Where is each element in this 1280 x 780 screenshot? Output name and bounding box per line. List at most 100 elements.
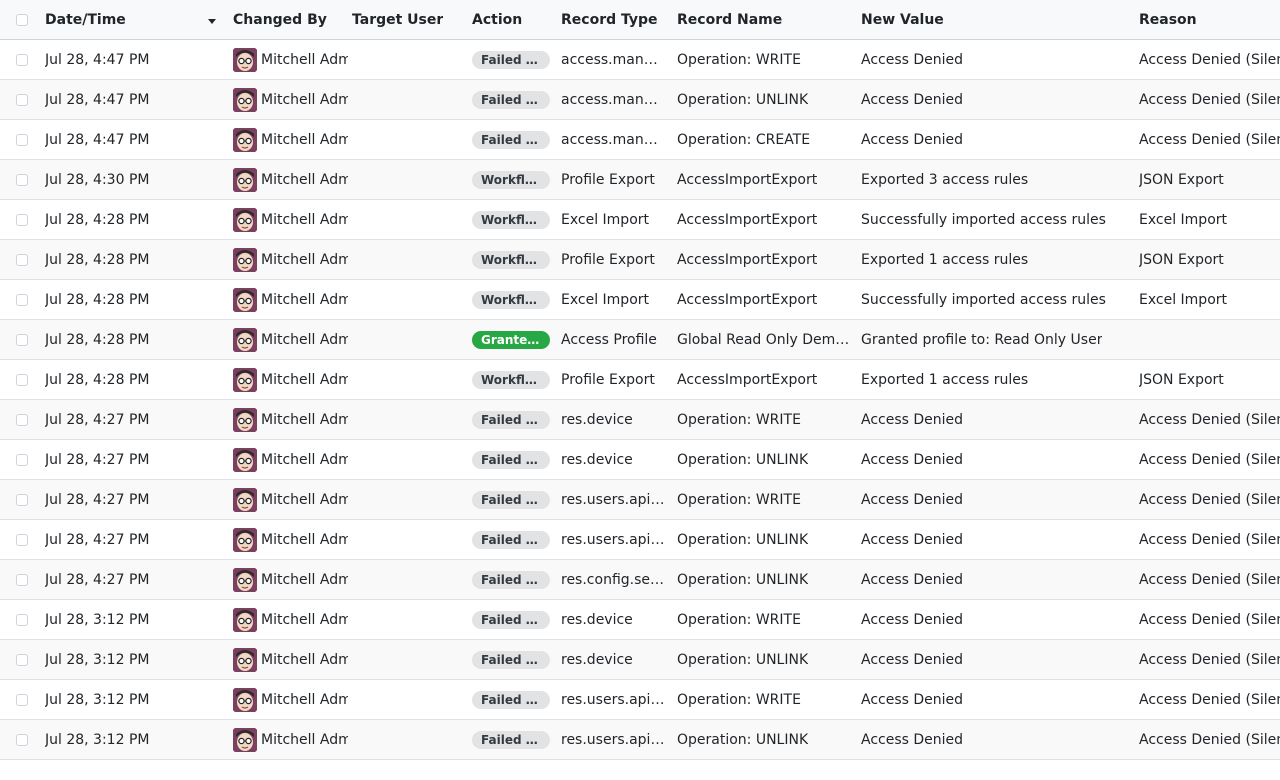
row-checkbox[interactable] [16, 693, 28, 706]
row-select-cell[interactable] [16, 200, 30, 239]
row-select-cell[interactable] [16, 320, 30, 359]
row-select-cell[interactable] [16, 440, 30, 479]
row-checkbox[interactable] [16, 733, 28, 746]
row-checkbox[interactable] [16, 93, 28, 106]
reason-value: Access Denied (Silent) [1139, 451, 1280, 468]
table-row[interactable]: Jul 28, 3:12 PM Mitchell Admin Failed Ac… [0, 640, 1280, 680]
table-row[interactable]: Jul 28, 4:28 PM Mitchell Admin Workflow [0, 280, 1280, 320]
action-badge: Workflow [472, 290, 550, 309]
row-select-cell[interactable] [16, 520, 30, 559]
row-checkbox[interactable] [16, 653, 28, 666]
row-select-cell[interactable] [16, 560, 30, 599]
action-badge: Failed Access [472, 530, 550, 549]
new-value-cell: Successfully imported access rules [861, 280, 1131, 319]
record-type-cell: Profile Export [561, 360, 665, 399]
row-select-cell[interactable] [16, 120, 30, 159]
changed-by-cell: Mitchell Admin [233, 80, 348, 119]
row-select-cell[interactable] [16, 280, 30, 319]
record-type-cell: Profile Export [561, 160, 665, 199]
date-cell: Jul 28, 4:28 PM [45, 360, 225, 399]
select-all-cell[interactable] [16, 0, 30, 39]
table-row[interactable]: Jul 28, 4:47 PM Mitchell Admin Failed Ac… [0, 80, 1280, 120]
row-checkbox[interactable] [16, 173, 28, 186]
column-header-new-value[interactable]: New Value [861, 0, 1131, 39]
row-checkbox[interactable] [16, 133, 28, 146]
table-row[interactable]: Jul 28, 4:47 PM Mitchell Admin Failed Ac… [0, 120, 1280, 160]
column-header-changed-by[interactable]: Changed By [233, 0, 348, 39]
record-type-value: res.device [561, 411, 633, 428]
record-name-cell: AccessImportExport [677, 160, 851, 199]
table-row[interactable]: Jul 28, 4:28 PM Mitchell Admin Workflow [0, 240, 1280, 280]
column-header-date[interactable]: Date/Time [45, 0, 225, 39]
record-type-value: res.users.apikeys [561, 531, 665, 548]
sort-descending-icon[interactable] [208, 19, 216, 24]
row-select-cell[interactable] [16, 80, 30, 119]
changed-by-value: Mitchell Admin [261, 571, 348, 588]
row-select-cell[interactable] [16, 720, 30, 759]
action-cell: Failed Access [472, 480, 554, 519]
new-value-value: Granted profile to: Read Only User [861, 331, 1103, 348]
column-header-action[interactable]: Action [472, 0, 554, 39]
table-row[interactable]: Jul 28, 4:28 PM Mitchell Admin Workflow [0, 360, 1280, 400]
table-row[interactable]: Jul 28, 4:27 PM Mitchell Admin Failed Ac… [0, 400, 1280, 440]
avatar [233, 527, 257, 552]
row-checkbox[interactable] [16, 333, 28, 346]
new-value-value: Access Denied [861, 131, 964, 148]
row-checkbox[interactable] [16, 453, 28, 466]
column-header-target-user[interactable]: Target User [352, 0, 464, 39]
row-checkbox[interactable] [16, 373, 28, 386]
table-row[interactable]: Jul 28, 3:12 PM Mitchell Admin Failed Ac… [0, 720, 1280, 760]
row-select-cell[interactable] [16, 160, 30, 199]
row-checkbox[interactable] [16, 293, 28, 306]
row-checkbox[interactable] [16, 253, 28, 266]
row-select-cell[interactable] [16, 600, 30, 639]
table-row[interactable]: Jul 28, 4:27 PM Mitchell Admin Failed Ac… [0, 520, 1280, 560]
row-select-cell[interactable] [16, 480, 30, 519]
avatar [233, 567, 257, 592]
reason-value: Access Denied (Silent) [1139, 51, 1280, 68]
row-select-cell[interactable] [16, 40, 30, 79]
row-select-cell[interactable] [16, 360, 30, 399]
date-cell: Jul 28, 4:30 PM [45, 160, 225, 199]
row-select-cell[interactable] [16, 640, 30, 679]
table-row[interactable]: Jul 28, 4:27 PM Mitchell Admin Failed Ac… [0, 440, 1280, 480]
action-badge: Failed Access [472, 730, 550, 749]
action-badge: Granted Profile [472, 330, 550, 349]
row-checkbox[interactable] [16, 493, 28, 506]
date-cell: Jul 28, 3:12 PM [45, 720, 225, 759]
table-row[interactable]: Jul 28, 4:47 PM Mitchell Admin Failed Ac… [0, 40, 1280, 80]
column-header-record-type[interactable]: Record Type [561, 0, 665, 39]
table-row[interactable]: Jul 28, 3:12 PM Mitchell Admin Failed Ac… [0, 600, 1280, 640]
new-value-value: Successfully imported access rules [861, 291, 1106, 308]
row-checkbox[interactable] [16, 413, 28, 426]
new-value-cell: Access Denied [861, 120, 1131, 159]
record-name-value: Operation: UNLINK [677, 451, 809, 468]
row-checkbox[interactable] [16, 53, 28, 66]
table-header: Date/Time Changed By Target User Action … [0, 0, 1280, 40]
table-row[interactable]: Jul 28, 4:27 PM Mitchell Admin Failed Ac… [0, 560, 1280, 600]
row-select-cell[interactable] [16, 400, 30, 439]
table-row[interactable]: Jul 28, 4:30 PM Mitchell Admin Workflow [0, 160, 1280, 200]
column-header-reason[interactable]: Reason [1139, 0, 1280, 39]
column-header-record-name[interactable]: Record Name [677, 0, 851, 39]
user-avatar-icon [233, 607, 257, 632]
table-row[interactable]: Jul 28, 4:28 PM Mitchell Admin Workflow [0, 200, 1280, 240]
changed-by-cell: Mitchell Admin [233, 240, 348, 279]
select-all-checkbox[interactable] [16, 13, 28, 26]
row-checkbox[interactable] [16, 573, 28, 586]
row-select-cell[interactable] [16, 240, 30, 279]
target-user-cell [352, 240, 464, 279]
date-cell: Jul 28, 4:47 PM [45, 120, 225, 159]
avatar [233, 287, 257, 312]
user-avatar-icon [233, 47, 257, 72]
row-checkbox[interactable] [16, 613, 28, 626]
action-badge: Failed Access [472, 570, 550, 589]
table-row[interactable]: Jul 28, 4:27 PM Mitchell Admin Failed Ac… [0, 480, 1280, 520]
row-checkbox[interactable] [16, 533, 28, 546]
table-row[interactable]: Jul 28, 3:12 PM Mitchell Admin Failed Ac… [0, 680, 1280, 720]
row-checkbox[interactable] [16, 213, 28, 226]
row-select-cell[interactable] [16, 680, 30, 719]
user-avatar-icon [233, 567, 257, 592]
table-row[interactable]: Jul 28, 4:28 PM Mitchell Admin Granted P… [0, 320, 1280, 360]
action-cell: Failed Access [472, 40, 554, 79]
